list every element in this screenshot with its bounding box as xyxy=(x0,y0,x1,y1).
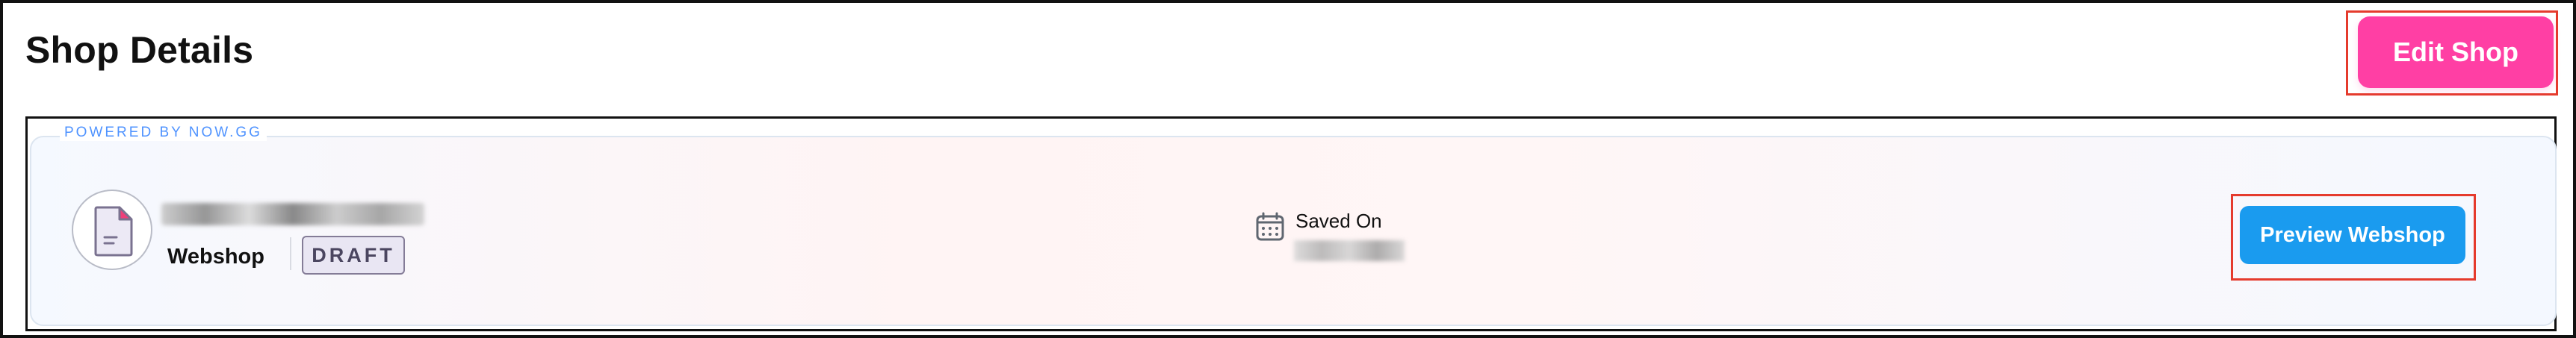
page-title: Shop Details xyxy=(25,29,254,71)
edit-shop-button[interactable]: Edit Shop xyxy=(2358,16,2554,88)
document-icon xyxy=(94,206,133,257)
saved-on-label: Saved On xyxy=(1295,210,1382,232)
preview-webshop-button[interactable]: Preview Webshop xyxy=(2240,206,2465,264)
powered-by-label: POWERED BY NOW.GG xyxy=(60,125,267,141)
shop-name-redacted xyxy=(161,203,424,225)
status-badge: DRAFT xyxy=(302,236,405,275)
shop-avatar xyxy=(72,190,152,270)
shop-type-label: Webshop xyxy=(167,245,264,269)
divider xyxy=(290,237,291,270)
calendar-icon xyxy=(1256,212,1284,241)
saved-on-value-redacted xyxy=(1294,240,1405,261)
shop-card xyxy=(30,136,2557,326)
shop-details-panel: Shop Details Edit Shop POWERED BY NOW.GG… xyxy=(0,0,2576,338)
